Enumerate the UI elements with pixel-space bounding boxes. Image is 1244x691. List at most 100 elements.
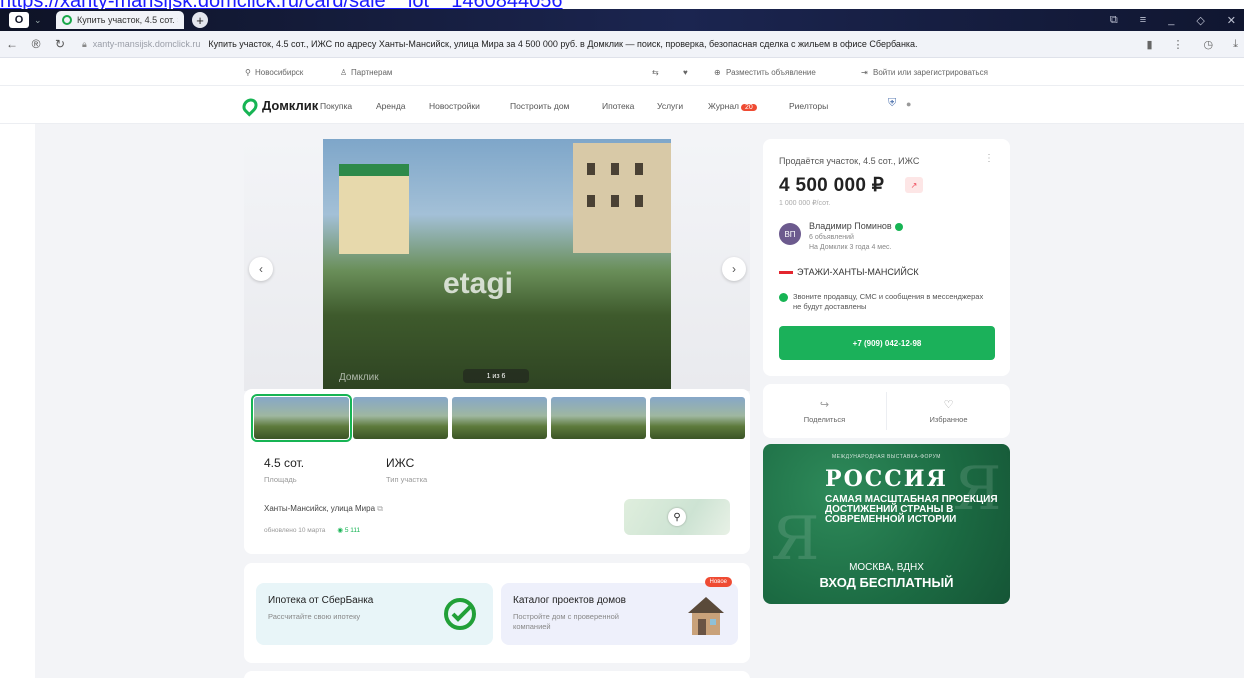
reader-icon[interactable]: ® [24, 37, 48, 51]
updated-date: обновлено 10 марта [264, 527, 326, 534]
nav-item-buy[interactable]: Покупка [320, 101, 352, 111]
more-icon[interactable]: ⋮ [1173, 38, 1184, 51]
top-url-link[interactable]: https://xanty-mansijsk.domclick.ru/card/… [0, 0, 563, 9]
price-per-unit: 1 000 000 ₽/сот. [779, 200, 831, 207]
menu-icon[interactable]: ≡ [1140, 14, 1146, 27]
seller-avatar[interactable]: ВП [779, 223, 801, 245]
mini-map[interactable]: ⚲ [624, 499, 730, 535]
logo-mark-icon [239, 94, 261, 117]
plus-circle-icon: ⊕ [714, 68, 721, 77]
gallery-prev-button[interactable]: ‹ [249, 257, 273, 281]
utility-bar: ⚲ Новосибирск ♙ Партнерам ⇆ ♥ ⊕ Размести… [0, 58, 1244, 86]
browser-logo-icon[interactable]: O [9, 12, 29, 28]
ad-subheading: МЕЖДУНАРОДНАЯ ВЫСТАВКА-ФОРУМ [832, 454, 941, 460]
nav-item-realtors[interactable]: Риелторы [789, 101, 828, 111]
call-seller-button[interactable]: +7 (909) 042-12-98 [779, 326, 995, 360]
ad-free-entry: ВХОД БЕСПЛАТНЫЙ [819, 575, 954, 590]
thumbnail[interactable] [650, 397, 745, 439]
area-value: 4.5 сот. [264, 456, 305, 470]
url-page-title[interactable]: Купить участок, 4.5 сот., ИЖС по адресу … [208, 39, 917, 49]
main-photo[interactable]: etagi Домклик 1 из 6 [323, 139, 671, 391]
reload-icon[interactable]: ↻ [48, 37, 72, 51]
address-actions: ▮ ⋮ ◷ ⤓ [1146, 38, 1238, 51]
maximize-icon[interactable]: ◇ [1196, 14, 1204, 27]
login-icon: ⇥ [861, 68, 868, 77]
thumbnail[interactable] [551, 397, 646, 439]
new-tab-button[interactable]: + [192, 12, 208, 28]
ad-claim: САМАЯ МАСШТАБНАЯ ПРОЕКЦИЯ ДОСТИЖЕНИЙ СТР… [825, 494, 998, 525]
shield-check-icon [779, 293, 788, 302]
browser-tab[interactable]: Купить участок, 4.5 сот. × [56, 11, 184, 29]
journal-badge: 20 [741, 104, 757, 111]
russia-expo-ad[interactable]: Я Я МЕЖДУНАРОДНАЯ ВЫСТАВКА-ФОРУМ РОССИЯ … [763, 444, 1010, 604]
nav-item-journal[interactable]: Журнал 20 [708, 101, 757, 111]
photo-watermark: etagi [443, 267, 514, 300]
catalog-sub: Постройте дом с проверенной компанией [513, 612, 619, 631]
thumbnail-strip [251, 394, 745, 442]
photo-watermark-domclick: Домклик [339, 372, 379, 383]
domclick-logo[interactable]: Домклик [239, 94, 318, 117]
price-card: Продаётся участок, 4.5 сот., ИЖС ⋮ 4 500… [763, 139, 1010, 376]
download-icon[interactable]: ⤓ [1233, 38, 1238, 51]
warning-text: Звоните продавцу, СМС и сообщения в месс… [793, 292, 984, 311]
login-link[interactable]: Войти или зарегистрироваться [873, 68, 988, 77]
nav-item-services[interactable]: Услуги [657, 101, 683, 111]
type-fact: ИЖС Тип участка [386, 456, 427, 484]
thumbnail[interactable] [353, 397, 448, 439]
seller-ads-count[interactable]: 6 объявлений [809, 234, 854, 241]
minimize-icon[interactable]: _ [1168, 14, 1174, 27]
heart-icon: ♡ [943, 399, 954, 411]
sber-mortgage-banner[interactable]: Ипотека от СберБанка Рассчитайте свою ип… [256, 583, 493, 645]
bookmark-icon[interactable]: ▮ [1146, 38, 1152, 51]
extensions-icon[interactable]: ◷ [1204, 38, 1214, 51]
listing-address[interactable]: Ханты-Мансийск, улица Мира ⧉ [264, 504, 383, 514]
nav-item-build-house[interactable]: Построить дом [510, 101, 569, 111]
favorites-icon[interactable]: ♥ [683, 68, 688, 77]
agency-link[interactable]: ЭТАЖИ-ХАНТЫ-МАНСИЙСК [779, 267, 919, 277]
chevron-down-icon[interactable]: ⌄ [34, 13, 44, 27]
partners-link[interactable]: Партнерам [351, 68, 392, 77]
window-controls: ⧉ ≡ _ ◇ ✕ [1110, 14, 1236, 27]
close-icon[interactable]: ✕ [1227, 14, 1236, 27]
nav-item-new-buildings[interactable]: Новостройки [429, 101, 480, 111]
gallery-next-button[interactable]: › [722, 257, 746, 281]
lock-icon[interactable]: 🔒︎ [82, 39, 87, 50]
new-badge: Новое [704, 577, 732, 587]
views-icon: ◉ [337, 527, 344, 534]
back-icon[interactable]: ← [0, 37, 24, 51]
price-history-icon[interactable]: ↗ [905, 177, 923, 193]
journal-label: Журнал [708, 101, 740, 111]
favorite-button[interactable]: ♡ Избранное [886, 392, 1010, 430]
listing-info-card: 4.5 сот. Площадь ИЖС Тип участка Ханты-М… [244, 389, 750, 554]
more-options-icon[interactable]: ⋮ [984, 153, 994, 164]
house-catalog-banner[interactable]: Каталог проектов домов Постройте дом с п… [501, 577, 738, 645]
location-icon: ⚲ [245, 68, 251, 77]
compare-icon[interactable]: ⇆ [652, 68, 659, 77]
agency-name: ЭТАЖИ-ХАНТЫ-МАНСИЙСК [797, 267, 919, 277]
ad-city: МОСКВА, ВДНХ [849, 562, 924, 573]
main-navigation: Домклик Покупка Аренда Новостройки Постр… [0, 86, 1244, 124]
user-icon[interactable]: ● [906, 99, 911, 109]
nav-item-mortgage[interactable]: Ипотека [602, 101, 634, 111]
chevron-left-icon: ‹ [259, 262, 263, 276]
thumbnail[interactable] [452, 397, 547, 439]
seller-name-row[interactable]: Владимир Поминов [809, 221, 903, 231]
city-selector[interactable]: Новосибирск [255, 68, 303, 77]
offer-title: Продаётся участок, 4.5 сот., ИЖС [779, 156, 920, 166]
favorite-label: Избранное [929, 415, 968, 424]
url-domain[interactable]: xanty-mansijsk.domclick.ru [93, 39, 201, 49]
views-count: 5 111 [344, 527, 361, 534]
type-value: ИЖС [386, 456, 415, 470]
place-ad-link[interactable]: Разместить объявление [726, 68, 816, 77]
thumbnail[interactable] [251, 394, 352, 442]
tab-title: Купить участок, 4.5 сот. × [77, 15, 178, 25]
seller-name: Владимир Поминов [809, 221, 892, 231]
tabs-icon[interactable]: ⧉ [1110, 14, 1118, 27]
update-info: обновлено 10 марта ◉ 5 111 [264, 526, 360, 534]
copy-icon[interactable]: ⧉ [377, 504, 383, 513]
share-button[interactable]: ↪ Поделиться [763, 384, 886, 438]
photo-house-right [573, 143, 671, 253]
shield-emblem-icon[interactable]: ⛨ [888, 97, 896, 110]
nav-item-rent[interactable]: Аренда [376, 101, 406, 111]
seller-since: На Домклик 3 года 4 мес. [809, 244, 892, 251]
